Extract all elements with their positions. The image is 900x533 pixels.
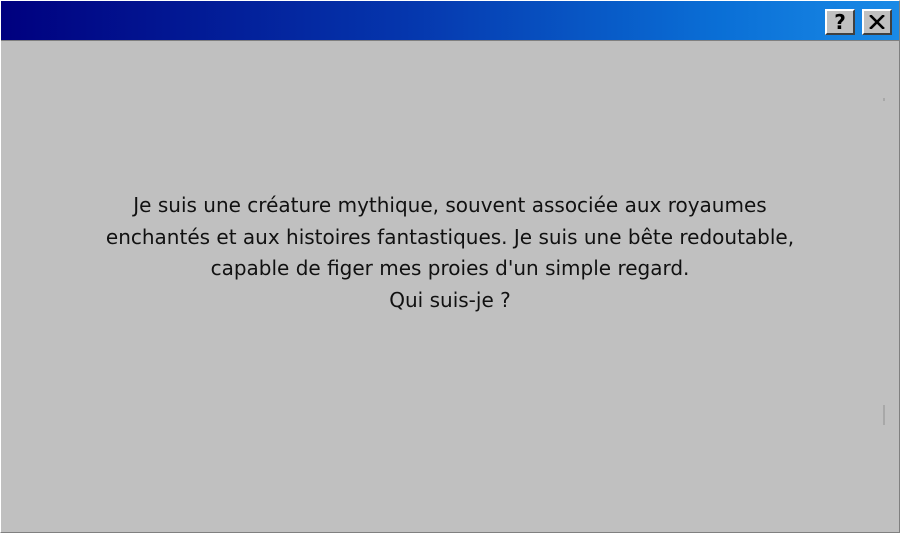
riddle-line: capable de figer mes proies d'un simple … [210,256,690,280]
help-button[interactable]: ? [825,9,855,35]
riddle-question: Qui suis-je ? [389,287,511,312]
riddle-text: Je suis une créature mythique, souvent a… [50,190,850,316]
riddle-line: Je suis une créature mythique, souvent a… [133,193,767,217]
dialog-window: ? Je suis une créature mythique, souvent… [0,0,900,533]
help-icon: ? [834,9,846,34]
riddle-line: enchantés et aux histoires fantastiques.… [105,224,795,249]
close-button[interactable] [862,9,892,35]
scroll-mark-bottom [883,405,885,425]
scroll-mark-top [883,98,885,101]
close-icon [869,15,885,29]
title-bar[interactable]: ? [1,1,899,41]
dialog-content: Je suis une créature mythique, souvent a… [1,41,899,532]
